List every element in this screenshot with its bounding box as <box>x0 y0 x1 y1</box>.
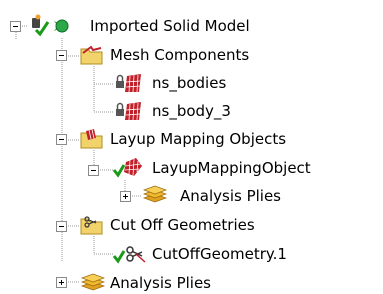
root-collapse-toggle[interactable] <box>10 21 21 32</box>
node-label-layup-mapping-objects[interactable]: Layup Mapping Objects <box>110 129 286 149</box>
locked-mesh-icon <box>116 74 141 93</box>
node-label-ns-bodies[interactable]: ns_bodies <box>152 73 226 93</box>
node-label-root[interactable]: Imported Solid Model <box>90 16 250 36</box>
scissors-check-icon <box>112 246 146 264</box>
cut-off-geometries-collapse-toggle[interactable] <box>56 221 67 232</box>
layup-mapping-collapse-toggle[interactable] <box>56 134 67 145</box>
plies-stack-icon <box>142 185 168 203</box>
node-label-layup-mapping-object[interactable]: LayupMappingObject <box>152 158 311 178</box>
folder-icon <box>80 45 103 65</box>
node-label-cut-off-geometry-1[interactable]: CutOffGeometry.1 <box>152 244 287 264</box>
node-label-analysis-plies-nested[interactable]: Analysis Plies <box>180 186 281 206</box>
solid-model-check-icon <box>32 14 69 37</box>
node-label-ns-body-3[interactable]: ns_body_3 <box>152 101 231 121</box>
folder-icon <box>80 216 103 235</box>
analysis-plies-bottom-expand-toggle[interactable] <box>56 277 67 288</box>
model-tree: Imported Solid Model Mesh Components ns_… <box>0 0 383 293</box>
folder-icon <box>80 129 103 149</box>
mesh-components-collapse-toggle[interactable] <box>56 50 67 61</box>
node-label-analysis-plies-bottom[interactable]: Analysis Plies <box>110 273 211 293</box>
layup-mapping-check-icon <box>112 158 142 178</box>
locked-mesh-icon <box>116 102 141 121</box>
plies-stack-icon <box>80 273 106 291</box>
node-label-cut-off-geometries[interactable]: Cut Off Geometries <box>110 215 255 235</box>
node-label-mesh-components[interactable]: Mesh Components <box>110 45 249 65</box>
analysis-plies-expand-toggle[interactable] <box>120 191 131 202</box>
layup-mapping-object-collapse-toggle[interactable] <box>88 165 99 176</box>
